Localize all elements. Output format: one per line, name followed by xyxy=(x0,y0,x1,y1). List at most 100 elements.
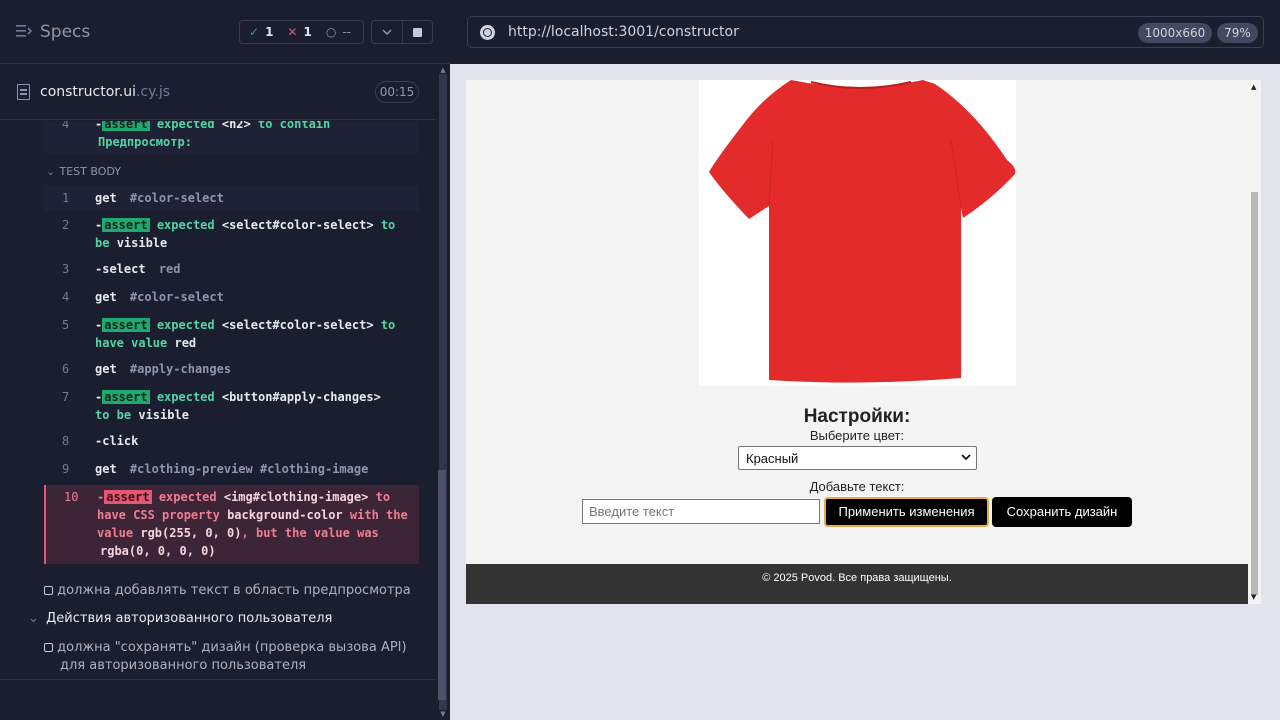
assert-badge: assert xyxy=(102,218,150,232)
command-number: 4 xyxy=(62,121,70,131)
assert-expected: expected xyxy=(158,490,217,504)
failed-value: 1 xyxy=(303,25,312,39)
test-body-header[interactable]: ⌄ TEST BODY xyxy=(46,165,121,178)
duration-badge: 00:15 xyxy=(375,81,419,103)
chevron-down-icon xyxy=(961,454,971,461)
specs-list-icon[interactable] xyxy=(16,24,32,38)
command-name: get xyxy=(95,462,117,476)
command-row[interactable]: 4 - assert expected <h2> to contain Предп… xyxy=(44,121,419,153)
assert-to: to xyxy=(375,490,391,504)
command-row[interactable]: 8 -click xyxy=(44,429,419,453)
url-bar[interactable]: http://localhost:3001/constructor 1000x6… xyxy=(467,16,1264,48)
scroll-down-icon[interactable]: ▼ xyxy=(1251,593,1256,601)
test-title: должна добавлять текст в область предпро… xyxy=(57,583,411,598)
file-icon xyxy=(17,84,30,100)
section-label: TEST BODY xyxy=(59,165,121,178)
color-select[interactable]: Красный xyxy=(738,446,977,470)
apply-changes-button[interactable]: Применить изменения xyxy=(824,497,989,527)
assert-chainer: have value xyxy=(95,336,168,350)
save-design-button[interactable]: Сохранить дизайн xyxy=(992,497,1132,527)
file-extension: .cy.js xyxy=(135,84,171,100)
chevron-down-icon: ⌄ xyxy=(28,611,39,626)
color-select-value: Красный xyxy=(746,451,799,466)
assert-subject: <button#apply-changes> xyxy=(221,390,381,404)
assert-badge: assert xyxy=(102,390,150,404)
text-label: Добавьте текст: xyxy=(809,479,905,494)
color-label: Выберите цвет: xyxy=(809,428,905,443)
check-icon: ✓ xyxy=(249,25,260,39)
command-selector: #color-select xyxy=(129,191,224,205)
app-under-test-frame[interactable]: Настройки: Выберите цвет: Красный Добавь… xyxy=(466,80,1261,604)
stop-button[interactable] xyxy=(401,21,433,43)
spec-file-header: constructor.ui.cy.js 00:15 xyxy=(0,65,436,120)
spinner-icon: ○ xyxy=(325,25,337,39)
assert-property: background-color xyxy=(227,508,343,522)
assert-expected: expected xyxy=(156,318,215,332)
assert-chainer: have CSS property xyxy=(97,508,220,522)
chevron-down-icon xyxy=(382,29,392,35)
command-row[interactable]: 2 - assert expected <select#color-select>… xyxy=(44,213,419,253)
assert-to: to xyxy=(380,318,396,332)
command-number: 1 xyxy=(62,191,70,205)
pending-test-icon xyxy=(44,643,53,652)
test-stats: ✓ 1 ✕ 1 ○ -- xyxy=(239,20,364,44)
text-input[interactable]: Введите текст xyxy=(582,499,820,524)
divider xyxy=(0,679,436,680)
assert-expected: expected xyxy=(156,121,215,131)
test-title-cont: для авторизованного пользователя xyxy=(60,658,307,673)
zoom-badge[interactable]: 79% xyxy=(1217,23,1258,43)
command-log-scrollbar[interactable]: ▲ ▼ xyxy=(436,64,450,720)
command-number: 4 xyxy=(62,290,70,304)
scrollbar-thumb[interactable] xyxy=(1251,192,1258,595)
assert-subject: <h2> xyxy=(221,121,251,131)
command-row[interactable]: 9 get #clothing-preview #clothing-image xyxy=(44,457,419,481)
command-row[interactable]: 3 -select red xyxy=(44,257,419,281)
assert-value: red xyxy=(174,336,197,350)
command-row[interactable]: 5 - assert expected <select#color-select>… xyxy=(44,313,419,353)
globe-icon xyxy=(480,25,495,40)
command-number: 7 xyxy=(62,390,70,404)
command-number: 2 xyxy=(62,218,70,232)
chevron-down-icon: ⌄ xyxy=(46,165,56,178)
suite-header[interactable]: ⌄ Действия авторизованного пользователя xyxy=(28,611,332,626)
scroll-up-icon[interactable]: ▲ xyxy=(438,66,448,74)
command-row[interactable]: 1 get #color-select xyxy=(44,185,419,211)
app-scrollbar[interactable]: ▲ ▼ xyxy=(1248,80,1261,604)
failed-command-row[interactable]: 10 - assert expected <img#clothing-image>… xyxy=(44,485,419,564)
command-number: 3 xyxy=(62,262,70,276)
command-row[interactable]: 4 get #color-select xyxy=(44,285,419,309)
clothing-preview xyxy=(699,80,1016,386)
file-base-name: constructor.ui xyxy=(40,84,136,100)
test-item[interactable]: должна "сохранять" дизайн (проверка вызо… xyxy=(44,639,407,675)
command-log[interactable]: 4 - assert expected <h2> to contain Предп… xyxy=(0,121,436,720)
assert-chainer: to be xyxy=(95,408,132,422)
assert-but: , but the value was xyxy=(241,526,379,540)
scrollbar-thumb[interactable] xyxy=(438,470,446,700)
command-row[interactable]: 7 - assert expected <button#apply-changes… xyxy=(44,385,419,425)
scroll-down-icon[interactable]: ▼ xyxy=(438,710,448,718)
pending-value: -- xyxy=(342,25,351,39)
assert-subject: <select#color-select> xyxy=(221,218,374,232)
stop-icon xyxy=(412,27,422,37)
suite-title: Действия авторизованного пользователя xyxy=(46,611,333,626)
test-item[interactable]: должна добавлять текст в область предпро… xyxy=(44,583,411,598)
url-text[interactable]: http://localhost:3001/constructor xyxy=(508,24,739,40)
assert-value: visible xyxy=(116,236,168,250)
command-row[interactable]: 6 get #apply-changes xyxy=(44,357,419,381)
assert-chainer: be xyxy=(95,236,110,250)
viewport-size-badge[interactable]: 1000x660 xyxy=(1138,23,1212,43)
runner-controls xyxy=(371,20,433,44)
pending-count: ○ -- xyxy=(326,25,351,39)
assert-value: visible xyxy=(138,408,189,422)
collapse-all-button[interactable] xyxy=(372,21,402,43)
assert-expected-value: rgb(255, 0, 0) xyxy=(140,526,242,540)
failed-count: ✕ 1 xyxy=(287,25,311,39)
browser-header: http://localhost:3001/constructor 1000x6… xyxy=(450,0,1280,64)
assert-to: to contain xyxy=(258,121,331,131)
command-name: -click xyxy=(95,434,139,448)
spec-file-name[interactable]: constructor.ui.cy.js xyxy=(40,84,170,100)
assert-value-label: value xyxy=(97,526,134,540)
scroll-up-icon[interactable]: ▲ xyxy=(1251,83,1256,91)
specs-title[interactable]: Specs xyxy=(40,22,90,42)
command-number: 6 xyxy=(62,362,70,376)
